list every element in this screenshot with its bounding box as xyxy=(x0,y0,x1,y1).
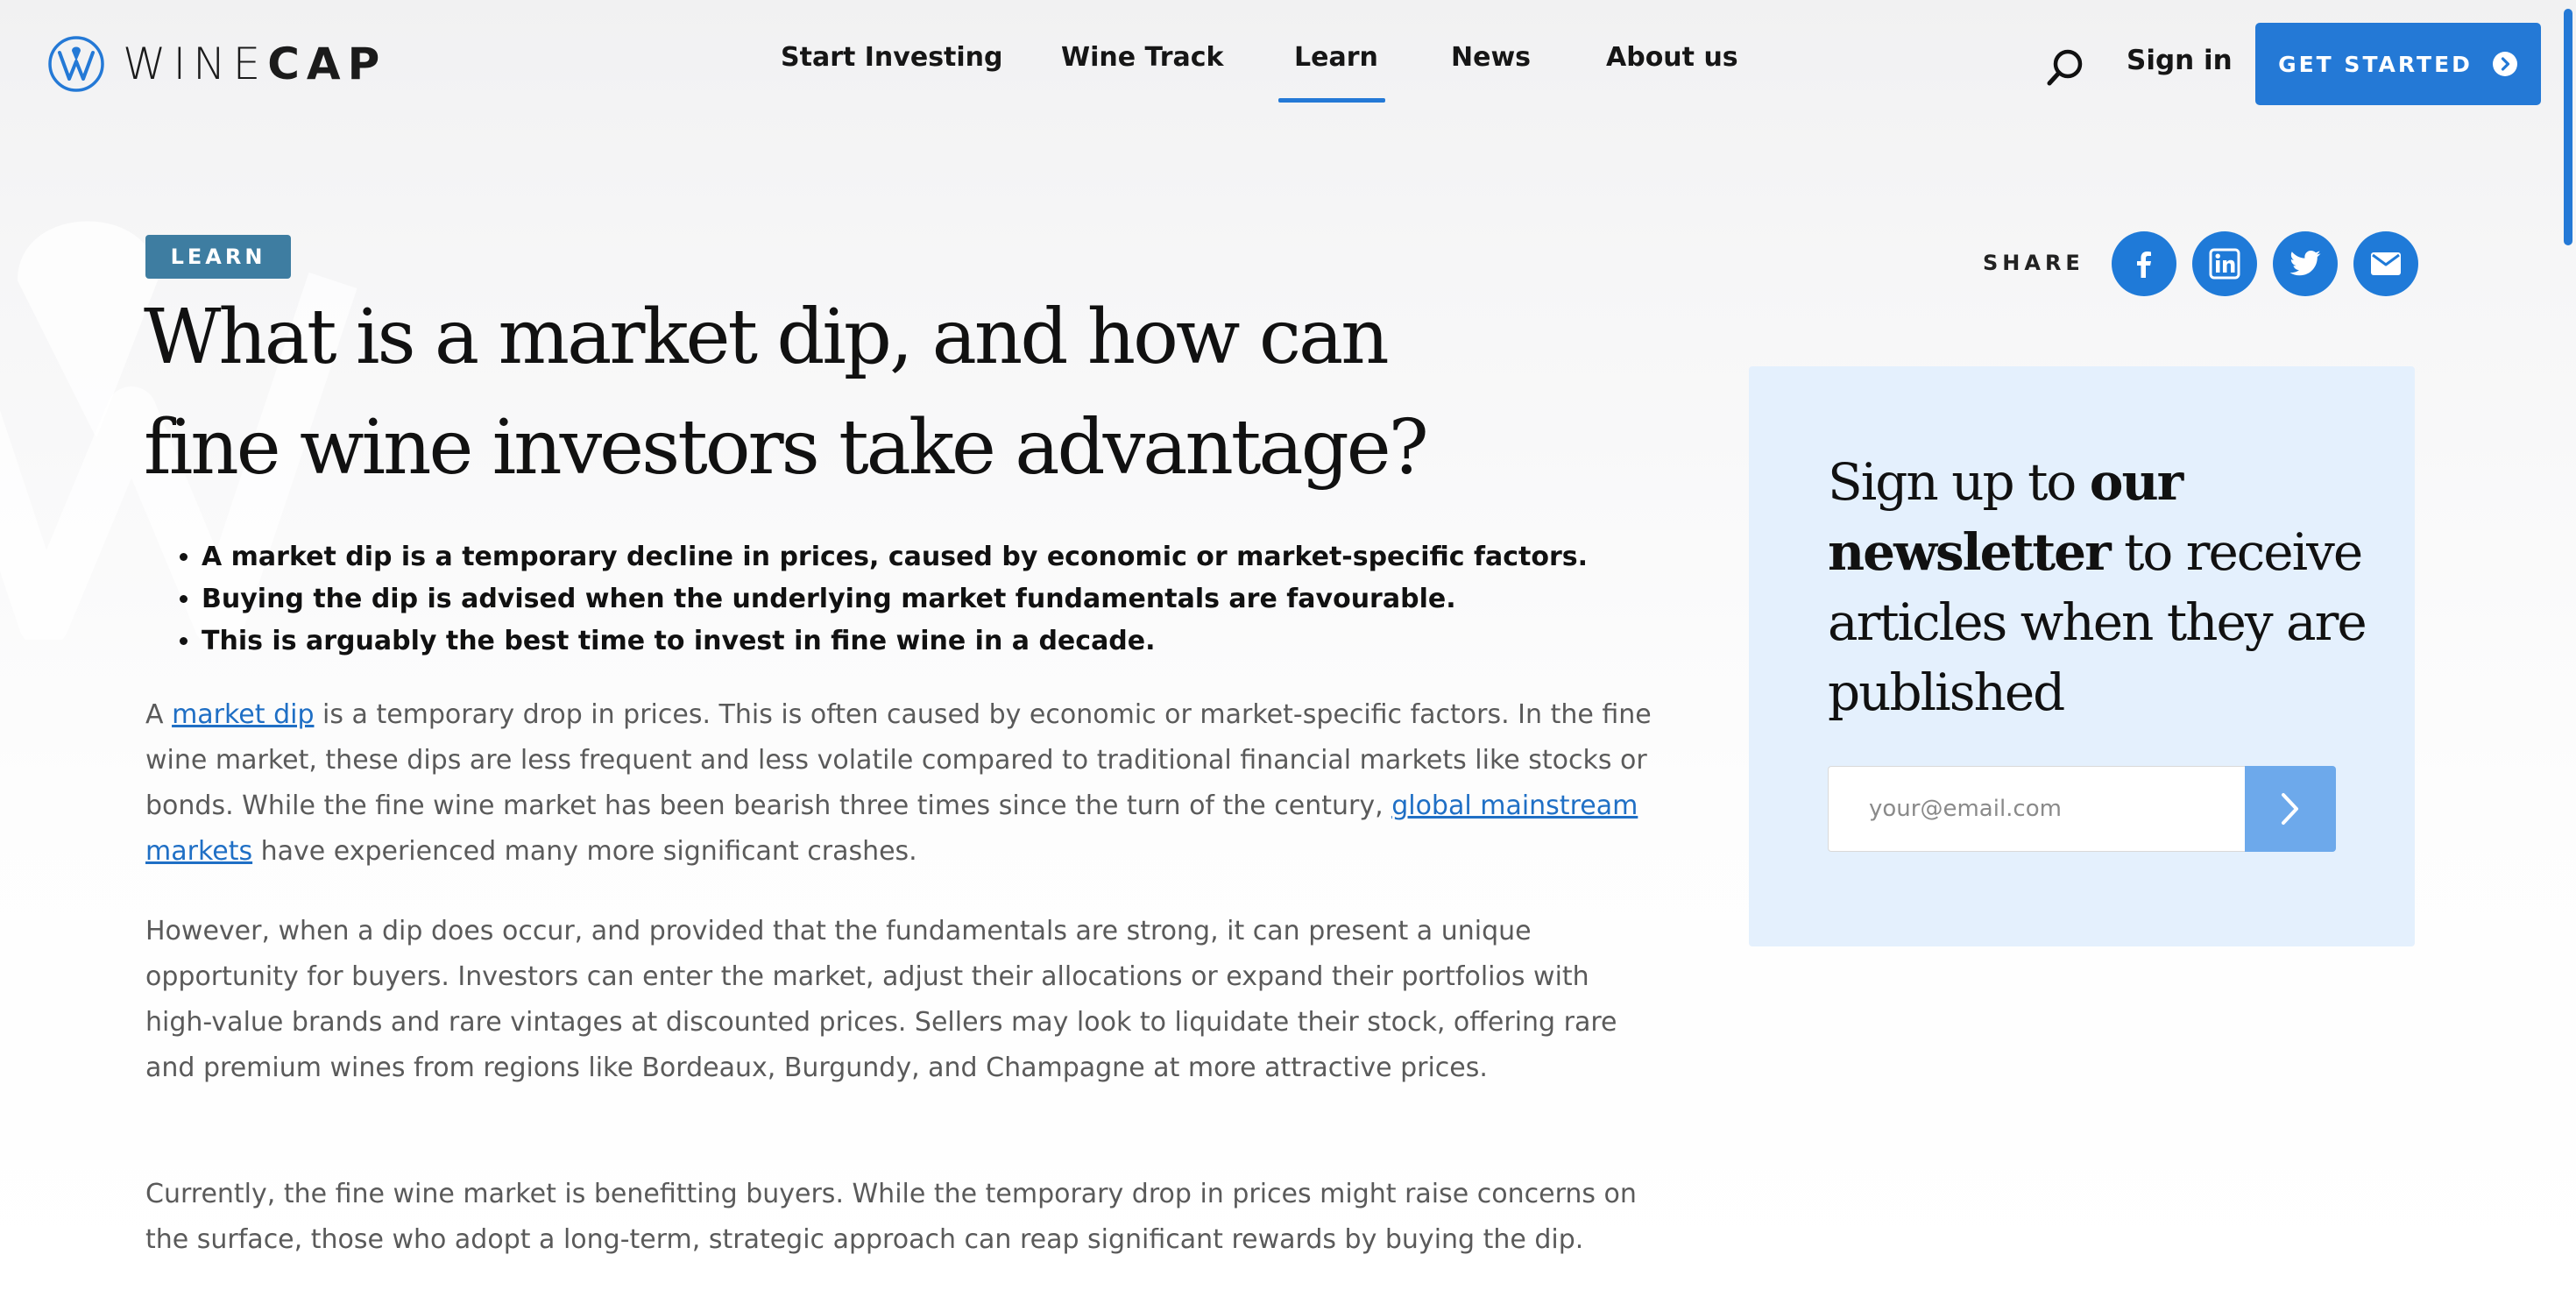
category-badge[interactable]: LEARN xyxy=(145,235,291,279)
share-email-button[interactable] xyxy=(2353,231,2418,296)
share-linkedin-button[interactable] xyxy=(2192,231,2257,296)
newsletter-signup-card: Sign up to our newsletter to receive art… xyxy=(1749,366,2415,946)
sign-in-link[interactable]: Sign in xyxy=(2127,45,2233,76)
nav-active-indicator xyxy=(1278,98,1385,103)
email-icon xyxy=(2371,252,2401,275)
newsletter-email-input[interactable] xyxy=(1828,766,2245,852)
nav-learn[interactable]: Learn xyxy=(1294,42,1378,73)
nav-news[interactable]: News xyxy=(1451,42,1531,73)
nav-about-us[interactable]: About us xyxy=(1606,42,1738,73)
paragraph-text: have experienced many more significant c… xyxy=(252,836,917,867)
share-label: SHARE xyxy=(1983,251,2084,275)
facebook-icon xyxy=(2137,252,2151,278)
get-started-button[interactable]: GET STARTED xyxy=(2255,23,2541,105)
newsletter-heading-text: Sign up to xyxy=(1828,452,2090,512)
key-point: Buying the dip is advised when the under… xyxy=(202,578,1691,620)
nav-wine-track[interactable]: Wine Track xyxy=(1061,42,1223,73)
page-scrollbar[interactable] xyxy=(2560,0,2576,1290)
key-point: A market dip is a temporary decline in p… xyxy=(202,536,1691,578)
market-dip-link[interactable]: market dip xyxy=(172,699,314,730)
search-icon xyxy=(2047,49,2083,86)
newsletter-heading: Sign up to our newsletter to receive art… xyxy=(1828,447,2371,727)
key-points-list: A market dip is a temporary decline in p… xyxy=(172,536,1691,663)
scrollbar-thumb[interactable] xyxy=(2564,9,2572,245)
brand-name-bold: CAP xyxy=(267,39,387,89)
article-paragraph: A market dip is a temporary drop in pric… xyxy=(145,692,1652,875)
brand-wordmark: WINECAP xyxy=(123,42,386,86)
article-title: What is a market dip, and how can fine w… xyxy=(144,294,1429,492)
chevron-right-circle-icon xyxy=(2492,52,2517,76)
article-paragraph: Currently, the fine wine market is benef… xyxy=(145,1179,1637,1255)
winecap-logo-icon xyxy=(48,36,104,92)
linkedin-icon xyxy=(2209,248,2240,280)
share-twitter-button[interactable] xyxy=(2273,231,2338,296)
site-header: WINECAP Start Investing Wine Track Learn… xyxy=(0,0,2576,131)
paragraph-text: A xyxy=(145,699,173,730)
brand-name-light: WINE xyxy=(123,39,268,89)
newsletter-submit-button[interactable] xyxy=(2245,766,2336,852)
chevron-right-icon xyxy=(2282,793,2298,825)
nav-start-investing[interactable]: Start Investing xyxy=(781,42,1003,73)
winecap-logo[interactable]: WINECAP xyxy=(47,33,386,95)
get-started-label: GET STARTED xyxy=(2278,51,2473,77)
twitter-icon xyxy=(2289,250,2321,276)
search-button[interactable] xyxy=(2043,46,2087,89)
share-facebook-button[interactable] xyxy=(2112,231,2176,296)
key-point: This is arguably the best time to invest… xyxy=(202,620,1691,663)
article-paragraph: However, when a dip does occur, and prov… xyxy=(145,916,1617,1083)
